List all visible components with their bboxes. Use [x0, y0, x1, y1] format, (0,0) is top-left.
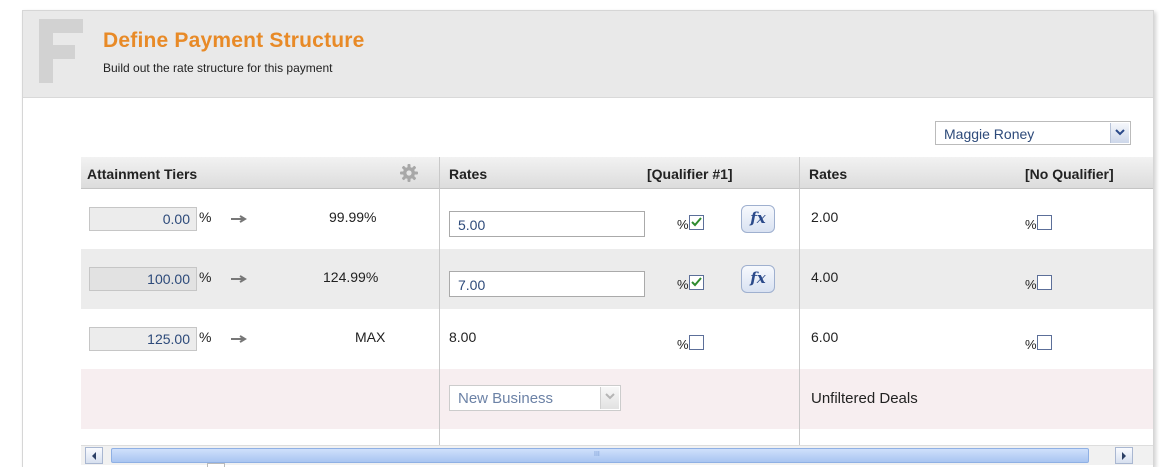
col-header-qualifier-1: [Qualifier #1]	[647, 166, 733, 182]
rate-1-checkbox[interactable]	[689, 275, 704, 290]
rate-1-checkbox[interactable]	[689, 215, 704, 230]
table-row: 125.00 % MAX 8.00 % 6.00 %	[81, 309, 1153, 369]
partial-checkbox[interactable]	[207, 463, 225, 467]
tier-start-input[interactable]: 0.00	[89, 207, 197, 231]
rate-2-value: 4.00	[811, 269, 839, 285]
rate-2-percent: %	[1025, 337, 1037, 352]
deal-filter-value: New Business	[458, 390, 554, 407]
filter-row: New Business Unfiltered Deals	[81, 369, 1153, 429]
col-header-qualifier-2: [No Qualifier]	[1025, 166, 1114, 182]
rate-1-checkbox[interactable]	[689, 335, 704, 350]
col-header-rates-2: Rates [No Qualifier]	[799, 157, 1153, 189]
rate-2-checkbox[interactable]	[1037, 215, 1052, 230]
tier-percent: %	[199, 329, 212, 345]
deal-filter-select[interactable]: New Business	[449, 385, 621, 411]
col-header-rates-1-label: Rates	[449, 166, 488, 182]
rate-1-percent: %	[677, 277, 689, 292]
scrollbar-grip: III	[594, 451, 600, 458]
horizontal-scrollbar[interactable]: III	[81, 445, 1153, 465]
rate-grid: Attainment Tiers Rates [Qualifier #1] Ra…	[81, 157, 1153, 447]
f-logo-icon	[39, 19, 83, 83]
col-header-rates-2-label: Rates	[809, 166, 848, 182]
formula-button[interactable]: fx	[741, 265, 775, 293]
scrollbar-thumb[interactable]: III	[111, 448, 1089, 463]
tier-percent: %	[199, 269, 212, 285]
col-header-tiers: Attainment Tiers	[81, 157, 439, 189]
tier-percent: %	[199, 209, 212, 225]
unfiltered-deals-label: Unfiltered Deals	[811, 390, 918, 407]
arrow-right-icon	[231, 275, 247, 283]
rate-1-percent: %	[677, 217, 689, 232]
rate-2-value: 6.00	[811, 329, 839, 345]
chevron-right-icon[interactable]	[1115, 447, 1133, 464]
arrow-right-icon	[231, 335, 247, 343]
rate-2-percent: %	[1025, 217, 1037, 232]
tier-end-value: 124.99%	[323, 269, 379, 285]
page-subtitle: Build out the rate structure for this pa…	[103, 61, 333, 75]
page-title: Define Payment Structure	[103, 29, 365, 52]
payment-structure-card: Define Payment Structure Build out the r…	[22, 10, 1154, 467]
column-divider	[799, 157, 800, 447]
column-divider	[439, 157, 440, 447]
chevron-down-icon[interactable]	[600, 387, 619, 409]
rate-1-percent: %	[677, 337, 689, 352]
rate-1-input[interactable]: 7.00	[449, 271, 645, 297]
chevron-down-icon[interactable]	[1110, 123, 1129, 143]
rate-1-input[interactable]: 5.00	[449, 211, 645, 237]
arrow-right-icon	[231, 215, 247, 223]
rate-2-checkbox[interactable]	[1037, 275, 1052, 290]
user-select[interactable]: Maggie Roney	[935, 121, 1131, 145]
col-header-tiers-label: Attainment Tiers	[87, 166, 198, 182]
rate-2-value: 2.00	[811, 209, 839, 225]
rate-2-checkbox[interactable]	[1037, 335, 1052, 350]
col-header-rates-1: Rates [Qualifier #1]	[439, 157, 799, 189]
formula-button[interactable]: fx	[741, 205, 775, 233]
rate-2-percent: %	[1025, 277, 1037, 292]
table-row: 100.00 % 124.99% 7.00 % fx 4.00 %	[81, 249, 1153, 309]
gear-icon[interactable]	[399, 163, 419, 186]
tier-start-input[interactable]: 100.00	[89, 267, 197, 291]
user-select-value: Maggie Roney	[944, 126, 1035, 142]
table-row: 0.00 % 99.99% 5.00 % fx 2.00 %	[81, 189, 1153, 249]
tier-start-input[interactable]: 125.00	[89, 327, 197, 351]
rate-1-value: 8.00	[449, 329, 477, 345]
tier-end-value: 99.99%	[329, 209, 377, 225]
chevron-left-icon[interactable]	[85, 447, 103, 464]
card-header: Define Payment Structure Build out the r…	[23, 11, 1153, 98]
tier-end-value: MAX	[355, 329, 386, 345]
